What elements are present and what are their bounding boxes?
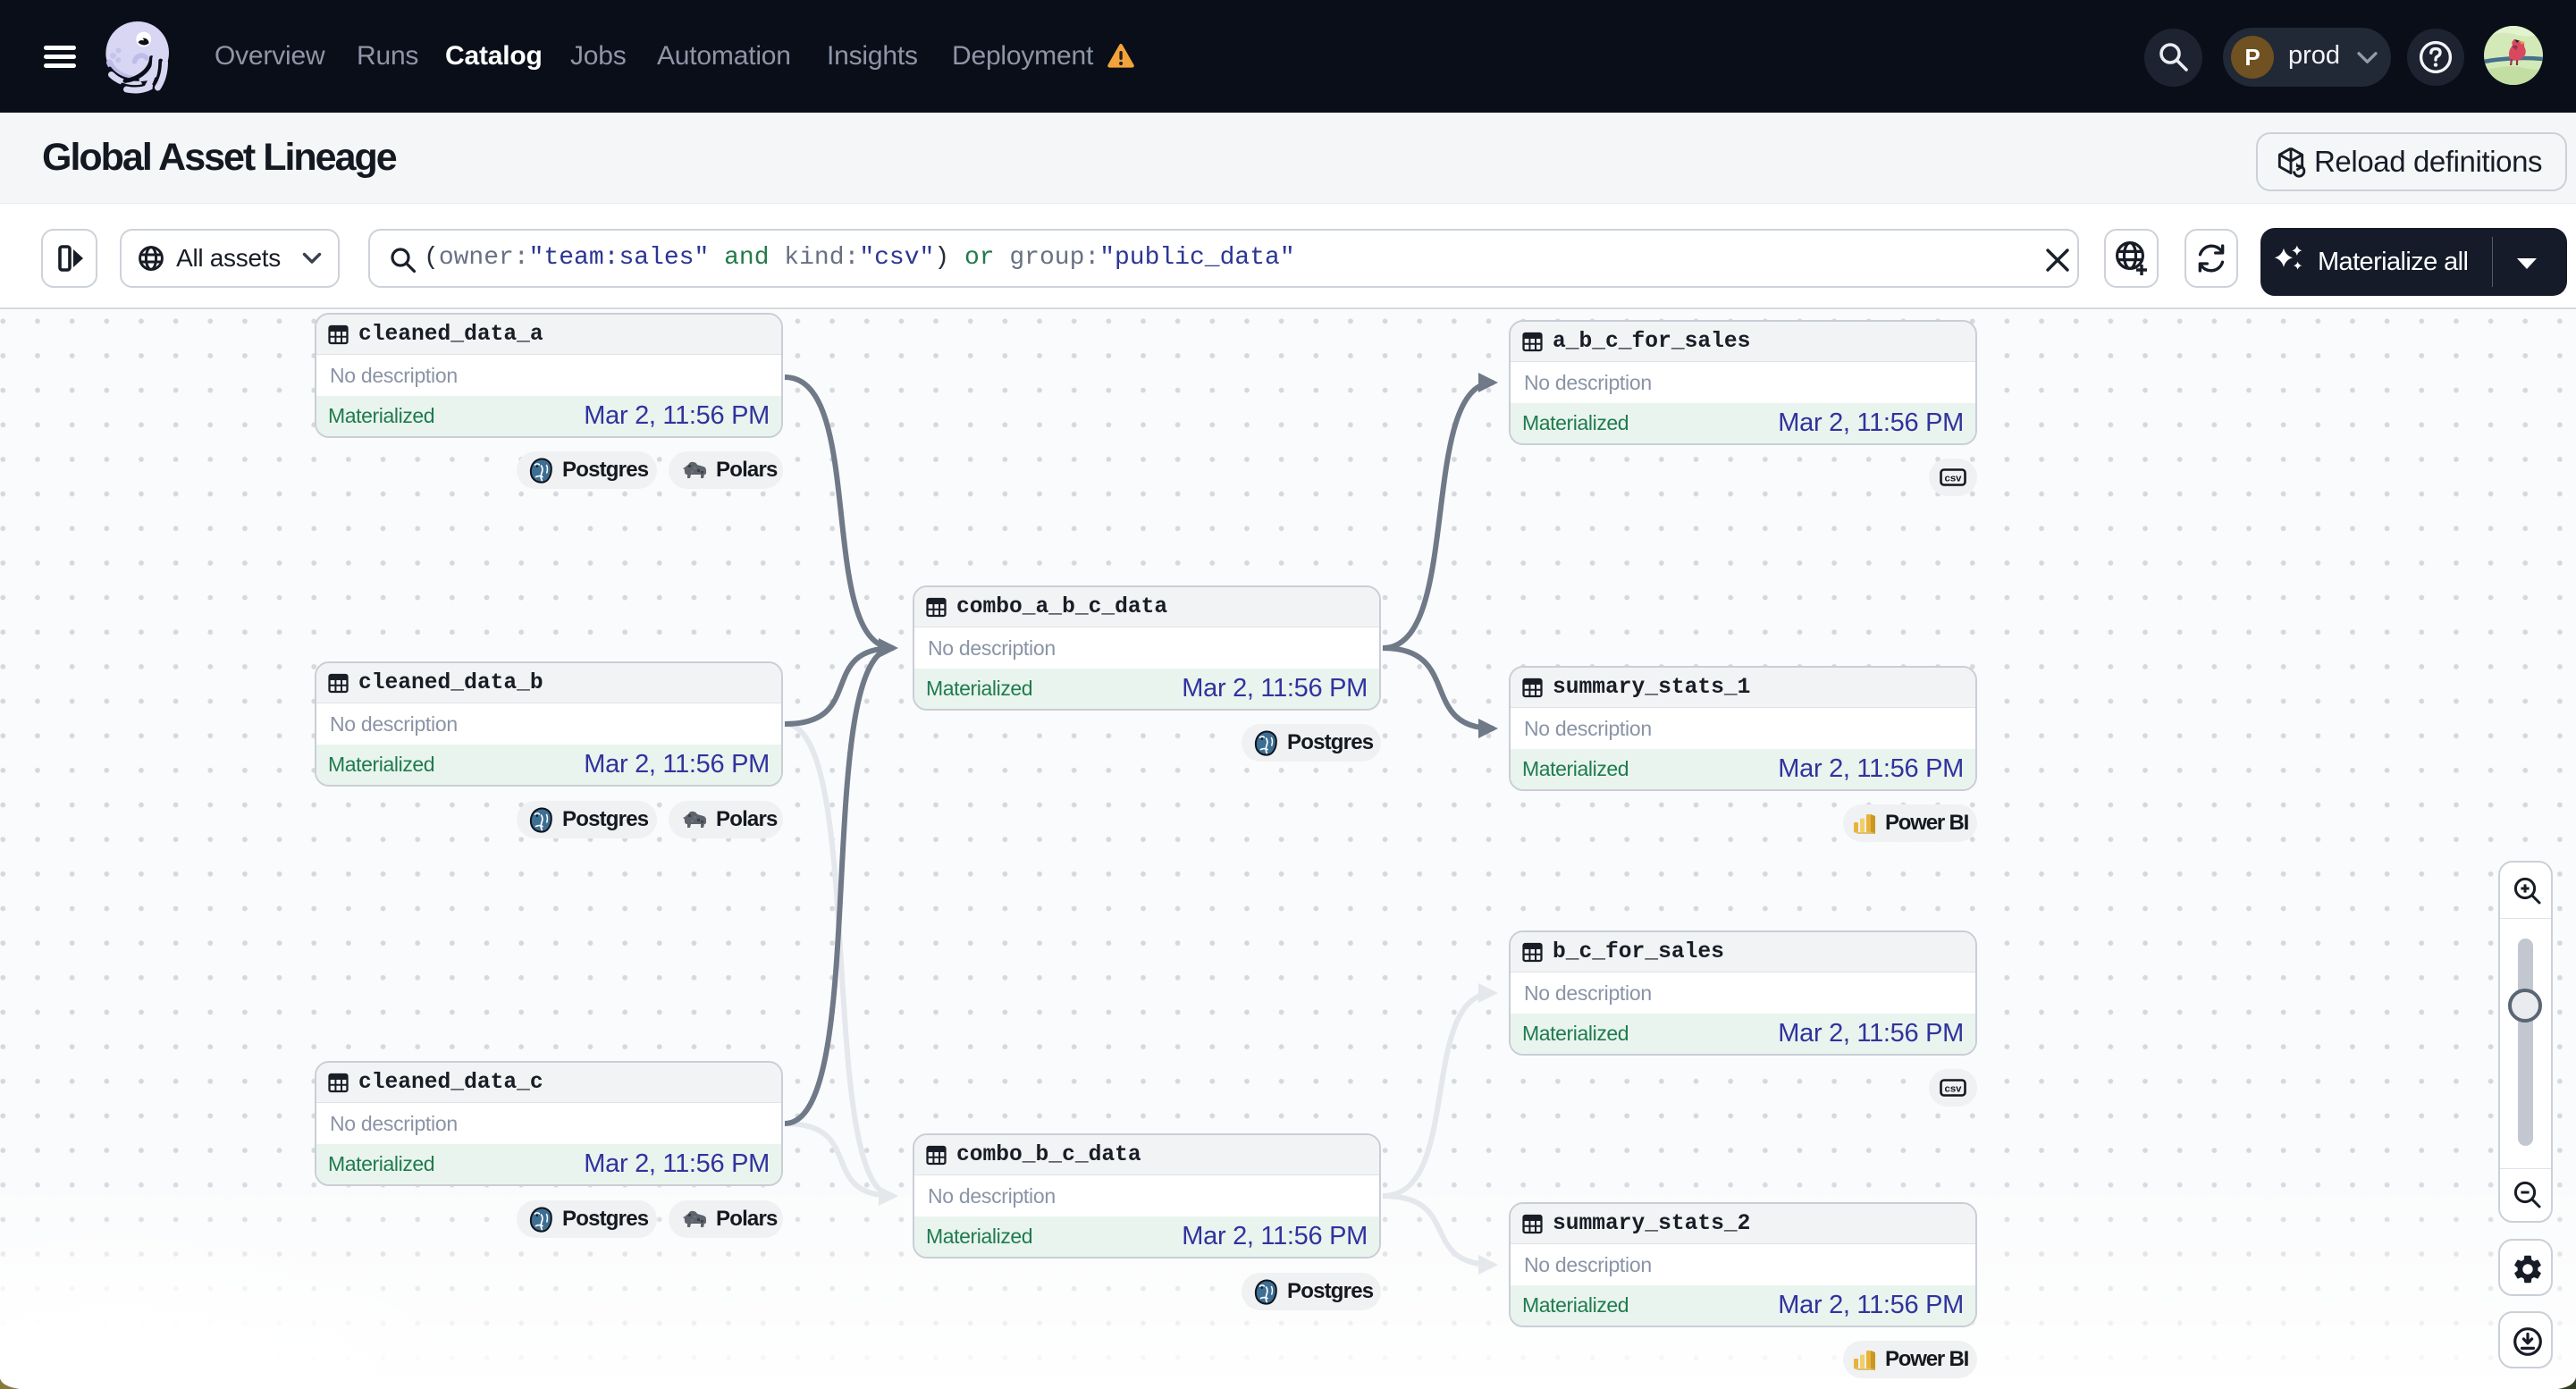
- svg-text:csv: csv: [1944, 1084, 1962, 1095]
- svg-text:csv: csv: [1944, 474, 1962, 484]
